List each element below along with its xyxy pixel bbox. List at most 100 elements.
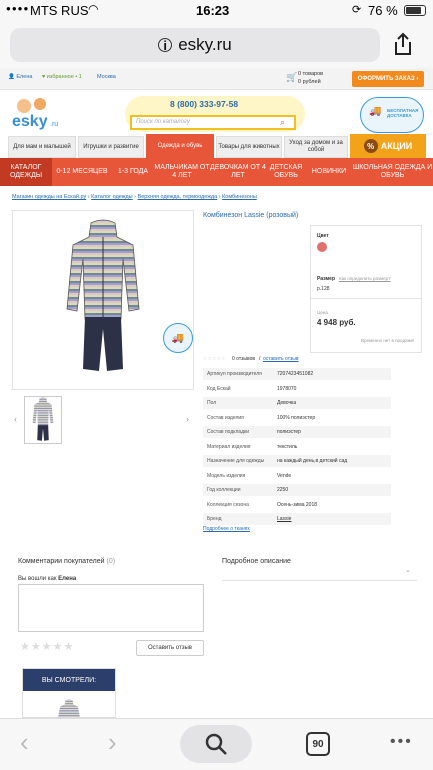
spec-row: Год коллекции 2250 [203, 484, 391, 496]
spec-key: Модель изделия [207, 472, 246, 479]
catalog-nav: КАТАЛОГ ОДЕЖДЫ 0-12 МЕСЯЦЕВ 1-3 ГОДА МАЛ… [0, 158, 433, 186]
url-text: esky.ru [178, 35, 232, 54]
cart-sum: 0 рублей [298, 79, 321, 85]
spec-value: полиэстер [277, 429, 301, 435]
spec-row: Материал изделия текстиль [203, 441, 391, 453]
spec-row: Состав подкладки полиэстер [203, 426, 391, 438]
free-delivery-badge[interactable]: 🚚 БЕСПЛАТНАЯ ДОСТАВКА [360, 97, 424, 133]
description-title[interactable]: Подробное описание [222, 558, 291, 565]
size-value[interactable]: р.128 [317, 286, 330, 292]
product-image-frame[interactable]: 🚚 [12, 210, 194, 390]
city-link[interactable]: Москва [97, 74, 116, 80]
breadcrumb-item[interactable]: Магазин одежды на Eскай.ру [12, 194, 86, 200]
breadcrumb-item[interactable]: Каталог одежды [91, 194, 133, 200]
url-field[interactable]: i esky.ru [10, 28, 380, 62]
next-thumb-arrow[interactable]: › [186, 414, 189, 424]
spec-value: на каждый день,в детский сад [277, 458, 348, 464]
price: 4 948 руб. [317, 318, 356, 327]
breadcrumb-item[interactable]: Верхняя одежда, термоодежда [138, 194, 218, 200]
search-button[interactable] [180, 725, 252, 763]
color-swatch[interactable] [317, 242, 327, 252]
size-help-link[interactable]: Как определить размер? [339, 276, 391, 281]
spec-value: 1978070 [277, 385, 297, 392]
spec-key: Состав изделия [207, 414, 244, 421]
more-menu-icon[interactable]: ••• [390, 733, 413, 751]
clock: 16:23 [196, 3, 230, 18]
info-icon[interactable]: i [158, 38, 173, 53]
spec-key: Код Eскай [207, 385, 231, 392]
svg-text:esky: esky [12, 113, 48, 130]
carrier-label: MTS RUS [30, 3, 89, 18]
site-logo[interactable]: esky .ru [10, 96, 72, 132]
recently-viewed-title: ВЫ СМОТРЕЛИ: [23, 669, 115, 691]
prev-thumb-arrow[interactable]: ‹ [14, 414, 17, 424]
spec-value[interactable]: Lassie [277, 516, 291, 522]
spec-value: 7207423451082 [277, 371, 314, 377]
tab-toys[interactable]: Игрушки и развитие [78, 136, 144, 158]
leave-review-link[interactable]: оставить отзыв [263, 356, 299, 362]
purchase-box: Цвет Размер Как определить размер? р.128… [310, 225, 422, 353]
user-link[interactable]: 👤 Елена [8, 74, 32, 80]
web-page: 👤 Елена ♥ избранное • 1 Москва 🛒 0 товар… [0, 68, 433, 718]
product-image [66, 219, 140, 371]
recently-viewed: ВЫ СМОТРЕЛИ: [22, 668, 116, 718]
spec-value: Девочка [277, 400, 297, 406]
nav-1-3-years[interactable]: 1-3 ГОДА [112, 158, 154, 186]
back-icon[interactable]: ‹ [20, 729, 29, 755]
nav-catalog[interactable]: КАТАЛОГ ОДЕЖДЫ [0, 158, 52, 186]
nav-new[interactable]: НОВИНКИ [306, 158, 352, 186]
logged-in-as: Вы вошли как Елена [18, 576, 77, 582]
spec-row: Код Eскай 1978070 [203, 383, 391, 395]
phone-number[interactable]: 8 (800) 333-97-58 [170, 99, 238, 109]
spec-value: 100% полиэстер [277, 414, 316, 421]
spec-key: Пол [207, 400, 217, 406]
promo-tab[interactable]: % АКЦИИ [350, 134, 426, 158]
spec-key: Состав подкладки [207, 429, 250, 435]
rating-stars: ☆☆☆☆☆ [203, 356, 226, 362]
forward-icon[interactable]: › [108, 729, 117, 755]
spec-row: Назначение для одежды на каждый день,в де… [203, 455, 391, 467]
spec-value: 2250 [277, 487, 289, 493]
chevron-down-icon[interactable]: ⌄ [405, 566, 411, 574]
search-input[interactable]: Поиск по каталогу ⌕ [130, 115, 296, 130]
availability-status: Временно нет в продаже! [361, 338, 415, 343]
nav-shoes[interactable]: ДЕТСКАЯ ОБУВЬ [266, 158, 306, 186]
share-icon[interactable] [392, 32, 414, 56]
color-label: Цвет [317, 233, 329, 239]
spec-row: Состав изделия 100% полиэстер [203, 412, 391, 424]
checkout-button[interactable]: ОФОРМИТЬ ЗАКАЗ › [352, 71, 424, 87]
spec-key: Год коллекции [207, 487, 241, 493]
spec-value: Vende [277, 472, 292, 479]
spec-value: Осень-зима 2018 [277, 501, 318, 508]
nav-boys[interactable]: МАЛЬЧИКАМ ОТ 4 ЛЕТ [154, 158, 210, 186]
free-delivery-label: БЕСПЛАТНАЯ ДОСТАВКА [387, 108, 419, 118]
rotation-lock-icon: ⟳ [352, 4, 362, 16]
product-thumbnail[interactable] [24, 396, 62, 444]
spec-row: Модель изделия Vende [203, 470, 391, 482]
tab-clothes[interactable]: Одежда и обувь [146, 134, 214, 158]
rating-input-stars[interactable]: ★★★★★ [20, 640, 74, 653]
nav-school[interactable]: ШКОЛЬНАЯ ОДЕЖДА И ОБУВЬ [352, 158, 433, 186]
breadcrumb-item[interactable]: Комбинезоны [222, 194, 257, 200]
cart-icon[interactable]: 🛒 [286, 72, 297, 83]
spec-row: Бренд Lassie [203, 513, 391, 525]
battery-percent: 76 % [368, 3, 398, 18]
tabs-button[interactable]: 90 [306, 732, 330, 756]
wifi-icon: ◠ [88, 2, 99, 16]
nav-0-12-months[interactable]: 0-12 МЕСЯЦЕВ [52, 158, 112, 186]
recently-viewed-thumb[interactable] [57, 697, 81, 718]
status-bar: ●●●● MTS RUS ◠ 16:23 ⟳ 76 % [0, 0, 433, 22]
svg-text:.ru: .ru [50, 121, 58, 128]
comment-textarea[interactable] [18, 584, 204, 632]
favorites-link[interactable]: ♥ избранное • 1 [42, 74, 82, 80]
tab-pets[interactable]: Товары для животных [216, 136, 282, 158]
submit-review-button[interactable]: Оставить отзыв [136, 640, 204, 656]
spec-key: Коллекция сезона [207, 501, 249, 508]
spec-value: текстиль [277, 443, 298, 450]
fabric-details-link[interactable]: Подробнее о тканях [203, 526, 250, 532]
tab-home-care[interactable]: Уход за домом и за собой [284, 136, 348, 158]
nav-girls[interactable]: ДЕВОЧКАМ ОТ 4 ЛЕТ [210, 158, 266, 186]
spec-key: Материал изделия [207, 443, 251, 450]
search-icon[interactable]: ⌕ [280, 117, 285, 128]
tab-moms-babies[interactable]: Для мам и малышей [8, 136, 76, 158]
